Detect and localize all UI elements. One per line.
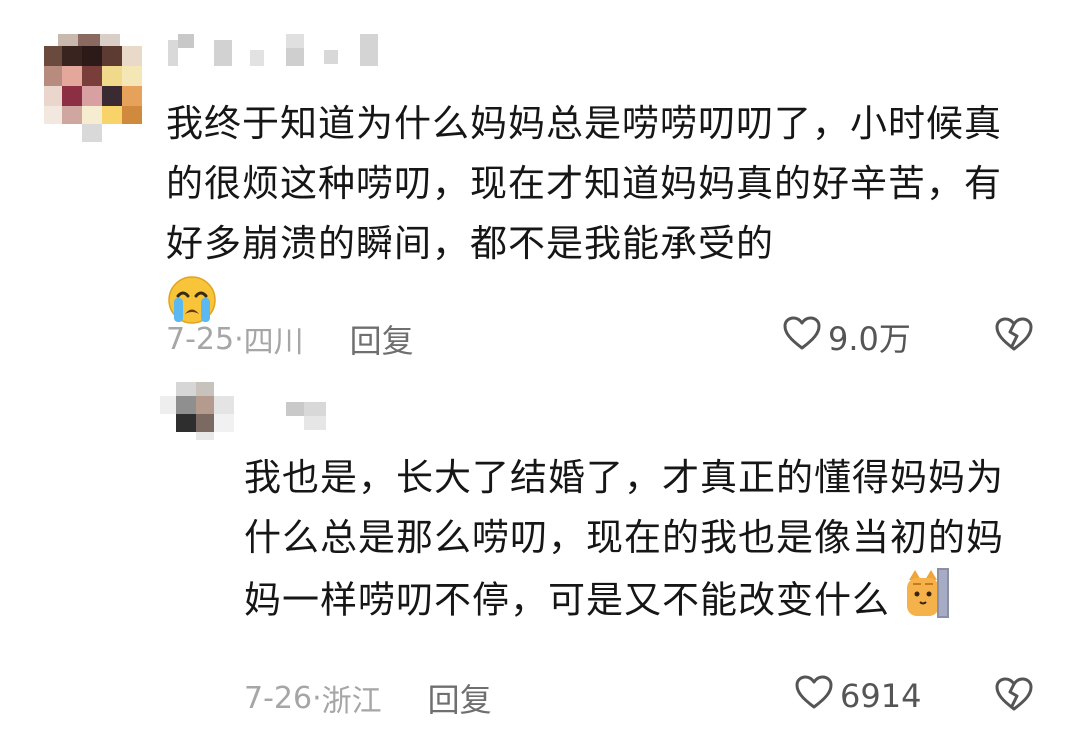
comment-body: 我终于知道为什么妈妈总是唠唠叨叨了，小时候真的很烦这种唠叨，现在才知道妈妈真的好… [166,102,1002,265]
comment-location: 浙江 [321,684,382,719]
heart-icon [794,674,840,718]
like-button[interactable]: 9.0万 [782,314,911,360]
meta-separator: · [312,680,322,716]
like-button[interactable]: 6914 [794,674,921,718]
comment-date: 7-25 [166,321,235,357]
broken-heart-icon [994,317,1034,356]
comment-date: 7-26 [244,680,313,716]
comment-text: 我也是，长大了结婚了，才真正的懂得妈妈为什么总是那么唠叨，现在的我也是像当初的妈… [244,448,1014,636]
dislike-button[interactable] [994,316,1034,356]
avatar-pixelated[interactable] [44,34,142,142]
username-obscured[interactable] [168,34,388,70]
comment-meta: 7-25 · 四川 回复 [166,316,414,362]
reply-button[interactable]: 回复 [350,316,414,362]
like-count: 9.0万 [828,320,911,358]
comment-body: 我也是，长大了结婚了，才真正的懂得妈妈为什么总是那么唠叨，现在的我也是像当初的妈… [244,456,1004,622]
comment-meta: 7-26 · 浙江 回复 [244,675,492,721]
avatar-pixelated[interactable] [160,382,236,440]
dislike-button[interactable] [994,676,1034,716]
meta-separator: · [234,321,244,357]
like-count: 6914 [840,677,922,715]
username-obscured[interactable] [282,398,332,434]
reply-button[interactable]: 回复 [428,675,492,721]
cat-peeking-emoji [903,568,951,636]
comment-location: 四川 [243,325,304,360]
broken-heart-icon [994,677,1034,716]
comment-text: 我终于知道为什么妈妈总是唠唠叨叨了，小时候真的很烦这种唠叨，现在才知道妈妈真的好… [166,94,1016,344]
heart-icon [782,315,828,359]
